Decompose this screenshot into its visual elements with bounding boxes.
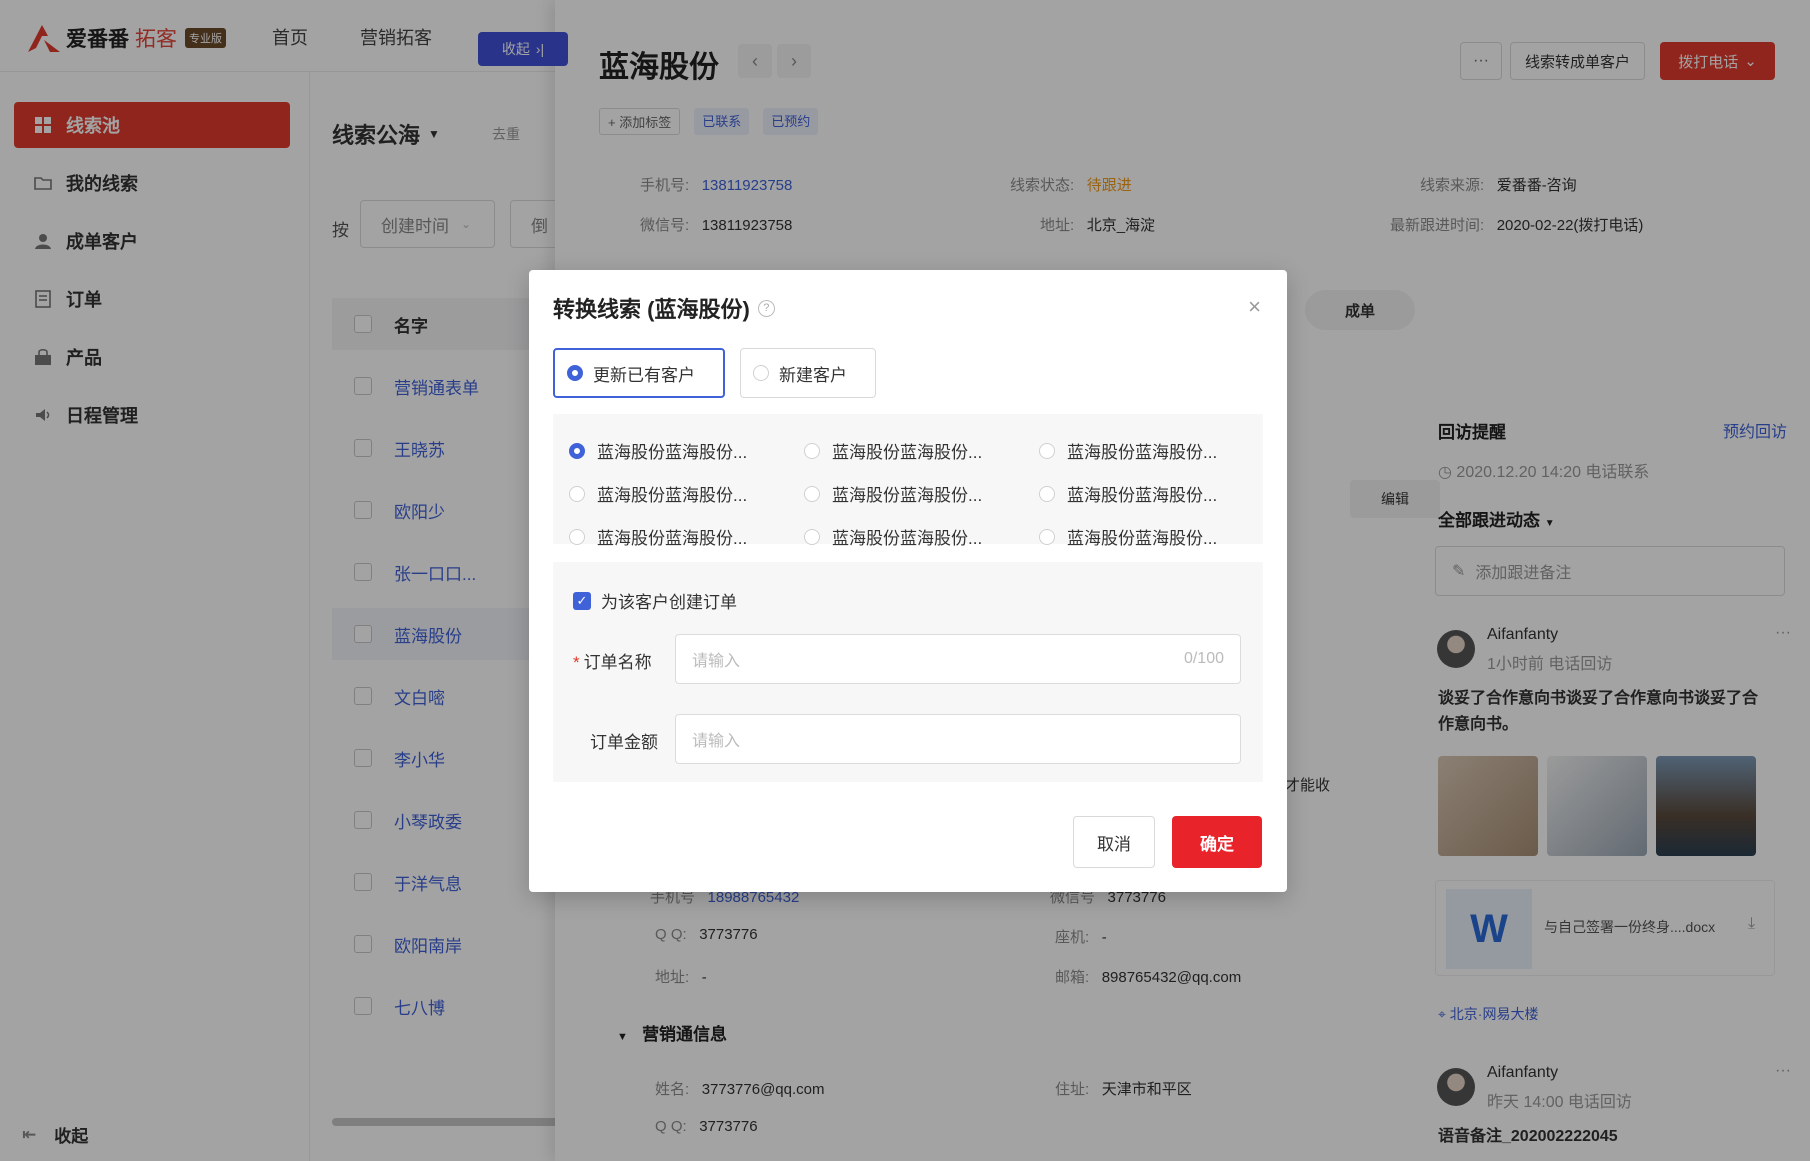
customer-choice[interactable]: 蓝海股份蓝海股份... xyxy=(804,438,982,463)
create-order-checkbox[interactable]: ✓ 为该客户创建订单 xyxy=(573,588,737,613)
customer-choice[interactable]: 蓝海股份蓝海股份... xyxy=(804,524,982,549)
option-new-customer-label: 新建客户 xyxy=(779,365,847,385)
radio-empty-icon xyxy=(1039,485,1055,502)
customer-choice[interactable]: 蓝海股份蓝海股份... xyxy=(1039,481,1217,506)
radio-empty-icon xyxy=(569,528,585,545)
customer-choice-label: 蓝海股份蓝海股份... xyxy=(597,443,748,462)
customer-choice-label: 蓝海股份蓝海股份... xyxy=(1067,443,1218,462)
radio-empty-icon xyxy=(804,485,820,502)
convert-lead-dialog: 转换线索 (蓝海股份) ? × 更新已有客户 新建客户 蓝海股份蓝海股份... 蓝… xyxy=(529,270,1287,892)
required-mark: * xyxy=(573,653,580,672)
customer-choice[interactable]: 蓝海股份蓝海股份... xyxy=(569,438,747,463)
radio-selected-icon xyxy=(569,442,585,459)
order-name-label-text: 订单名称 xyxy=(583,653,652,672)
create-order-label: 为该客户创建订单 xyxy=(601,593,737,612)
customer-choice-label: 蓝海股份蓝海股份... xyxy=(1067,486,1218,505)
confirm-button[interactable]: 确定 xyxy=(1172,816,1262,868)
customer-choice[interactable]: 蓝海股份蓝海股份... xyxy=(1039,524,1217,549)
customer-choice[interactable]: 蓝海股份蓝海股份... xyxy=(569,524,747,549)
customer-choice-label: 蓝海股份蓝海股份... xyxy=(832,486,983,505)
radio-empty-icon xyxy=(753,365,769,381)
customer-choice[interactable]: 蓝海股份蓝海股份... xyxy=(804,481,982,506)
option-update-existing[interactable]: 更新已有客户 xyxy=(553,348,725,398)
radio-selected-icon xyxy=(567,365,583,381)
radio-empty-icon xyxy=(569,485,585,502)
customer-choice[interactable]: 蓝海股份蓝海股份... xyxy=(569,481,747,506)
option-new-customer[interactable]: 新建客户 xyxy=(740,348,876,398)
customer-choice-label: 蓝海股份蓝海股份... xyxy=(1067,529,1218,548)
order-amount-input[interactable]: 请输入 xyxy=(675,714,1241,764)
radio-empty-icon xyxy=(1039,442,1055,459)
order-amount-label: 订单金额 xyxy=(590,733,658,752)
dialog-title: 转换线索 (蓝海股份) ? xyxy=(553,292,775,324)
option-update-existing-label: 更新已有客户 xyxy=(593,365,695,385)
order-name-counter: 0/100 xyxy=(1183,650,1224,667)
order-name-input[interactable]: 请输入 0/100 xyxy=(675,634,1241,684)
radio-empty-icon xyxy=(804,442,820,459)
radio-empty-icon xyxy=(804,528,820,545)
checkmark-icon: ✓ xyxy=(573,591,591,610)
dialog-title-text: 转换线索 (蓝海股份) xyxy=(553,297,750,322)
radio-empty-icon xyxy=(1039,528,1055,545)
cancel-label: 取消 xyxy=(1097,834,1131,854)
order-name-placeholder: 请输入 xyxy=(692,653,741,670)
customer-choice-label: 蓝海股份蓝海股份... xyxy=(832,529,983,548)
customer-choice-label: 蓝海股份蓝海股份... xyxy=(832,443,983,462)
customer-choice-label: 蓝海股份蓝海股份... xyxy=(597,486,748,505)
cancel-button[interactable]: 取消 xyxy=(1073,816,1155,868)
order-name-label: * 订单名称 xyxy=(573,648,652,673)
customer-choice[interactable]: 蓝海股份蓝海股份... xyxy=(1039,438,1217,463)
order-amount-placeholder: 请输入 xyxy=(692,733,741,750)
help-icon[interactable]: ? xyxy=(757,299,775,317)
customer-choice-label: 蓝海股份蓝海股份... xyxy=(597,529,748,548)
confirm-label: 确定 xyxy=(1200,834,1234,854)
close-icon[interactable]: × xyxy=(1248,294,1261,320)
